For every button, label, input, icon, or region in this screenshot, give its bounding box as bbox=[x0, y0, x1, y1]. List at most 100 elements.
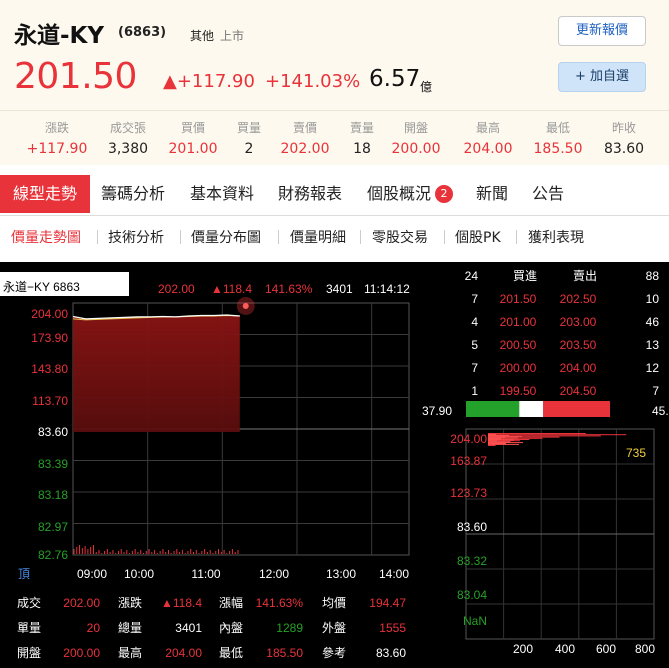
y-tick-label: 204.00 bbox=[31, 307, 68, 321]
stat-0: 漲跌 +117.90 bbox=[22, 119, 92, 157]
subtab-divider bbox=[516, 230, 517, 244]
last-price: 201.50 bbox=[14, 56, 137, 97]
tab-financials[interactable]: 財務報表 bbox=[270, 175, 350, 213]
stat-label: 最高 bbox=[475, 121, 500, 135]
qb-time: 11:14:12 bbox=[364, 282, 410, 296]
add-watchlist-button[interactable]: + 加自選 bbox=[558, 62, 646, 92]
subtab-volume-profile[interactable]: 價量分布圖 bbox=[191, 227, 261, 247]
book-bid-qty: 7 bbox=[471, 292, 478, 306]
summary-value: 202.00 bbox=[63, 596, 100, 610]
subtab-stock-pk[interactable]: 個股PK bbox=[455, 227, 501, 247]
vp-y-tick: 163.87 bbox=[450, 454, 487, 468]
book-ask-qty: 46 bbox=[646, 315, 660, 329]
summary-table: 成交 202.00 漲跌 ▲118.4 漲幅 141.63% 均價 194.47 單量 20 總量 3… bbox=[17, 595, 406, 660]
summary-key: 均價 bbox=[322, 596, 346, 610]
vp-y-tick: 123.73 bbox=[450, 486, 487, 500]
subtab-odd-lot[interactable]: 零股交易 bbox=[372, 227, 428, 247]
y-tick-label: 173.90 bbox=[31, 331, 68, 345]
tab-basic-info[interactable]: 基本資料 bbox=[182, 175, 262, 213]
stat-value: 185.50 bbox=[533, 141, 583, 157]
summary-value: 83.60 bbox=[376, 646, 406, 660]
stat-value: 204.00 bbox=[463, 141, 513, 157]
book-bid-qty: 5 bbox=[471, 338, 478, 352]
qb-volume: 3401 bbox=[326, 282, 353, 296]
summary-value: 194.47 bbox=[369, 596, 406, 610]
tab-line-chart[interactable]: 線型走勢 bbox=[0, 175, 90, 213]
subtab-profitability[interactable]: 獲利表現 bbox=[528, 227, 584, 247]
summary-key: 漲跌 bbox=[118, 595, 142, 610]
book-head-left: 24 bbox=[465, 269, 479, 283]
vp-bar bbox=[488, 440, 497, 442]
book-bid-price: 201.50 bbox=[500, 292, 537, 306]
stat-label: 開盤 bbox=[403, 121, 428, 135]
x-tick-label: 14:00 bbox=[379, 567, 409, 581]
book-head-buy: 買進 bbox=[513, 269, 537, 283]
vp-bar bbox=[488, 435, 522, 437]
subtab-divider bbox=[278, 230, 279, 244]
stat-value: +117.90 bbox=[26, 141, 88, 157]
ratio-right: 45.72 bbox=[652, 404, 669, 418]
subtab-price-volume[interactable]: 價量走勢圖 bbox=[11, 227, 81, 247]
summary-value: 185.50 bbox=[266, 646, 303, 660]
stock-name: 永道-KY bbox=[14, 23, 105, 49]
y-tick-label: 83.39 bbox=[38, 457, 68, 471]
y-tick-label: 82.97 bbox=[38, 520, 68, 534]
vp-annotation: 735 bbox=[626, 446, 646, 460]
trade-amount: 6.57 bbox=[369, 66, 421, 92]
last-price-dot bbox=[242, 302, 249, 309]
vp-bar bbox=[488, 438, 501, 440]
tab-chip-analysis[interactable]: 籌碼分析 bbox=[93, 175, 173, 213]
summary-key: 參考 bbox=[322, 645, 346, 660]
notification-badge: 2 bbox=[435, 185, 453, 203]
vp-bar bbox=[488, 441, 510, 443]
x-tick-label: 12:00 bbox=[259, 567, 289, 581]
subtab-trade-detail[interactable]: 價量明細 bbox=[290, 227, 346, 247]
summary-value: 204.00 bbox=[165, 646, 202, 660]
book-ask-price: 204.50 bbox=[560, 384, 597, 398]
tab-stock-overview[interactable]: 個股概況 2 bbox=[360, 175, 460, 213]
vp-x-tick: 400 bbox=[555, 642, 575, 656]
x-tick-label: 10:00 bbox=[124, 567, 154, 581]
qb-price: 202.00 bbox=[158, 282, 195, 296]
summary-value: 3401 bbox=[175, 621, 202, 635]
stat-label: 成交張 bbox=[109, 121, 146, 135]
tab-news[interactable]: 新聞 bbox=[470, 175, 514, 213]
price-change: ▲+117.90 bbox=[163, 71, 255, 92]
vp-y-tick: NaN bbox=[463, 614, 487, 628]
book-ask-qty: 13 bbox=[646, 338, 660, 352]
corner-label: 頂 bbox=[18, 567, 30, 581]
subtab-technical[interactable]: 技術分析 bbox=[108, 227, 164, 247]
y-tick-label: 82.76 bbox=[38, 548, 68, 562]
book-ask-price: 204.00 bbox=[560, 361, 597, 375]
summary-key: 單量 bbox=[17, 621, 41, 635]
summary-value: 1555 bbox=[379, 621, 406, 635]
summary-key: 總量 bbox=[118, 620, 142, 635]
book-bid-price: 200.50 bbox=[500, 338, 537, 352]
y-tick-label: 143.80 bbox=[31, 362, 68, 376]
order-book: 24 買進 賣出 88 7 201.50 202.50 10 4 201.00 203.00 46 5 2… bbox=[422, 268, 669, 418]
vp-x-tick: 200 bbox=[513, 642, 533, 656]
tab-announcements[interactable]: 公告 bbox=[526, 175, 570, 213]
summary-key: 開盤 bbox=[17, 646, 41, 660]
vp-bar bbox=[488, 443, 506, 444]
book-head-right: 88 bbox=[646, 269, 660, 283]
refresh-quote-button[interactable]: 更新報價 bbox=[558, 16, 646, 46]
stat-label: 昨收 bbox=[611, 121, 636, 135]
vp-bar bbox=[488, 442, 523, 444]
vp-bar bbox=[488, 439, 514, 441]
stat-value: 83.60 bbox=[603, 141, 645, 157]
summary-key: 成交 bbox=[17, 595, 41, 610]
summary-key: 最低 bbox=[219, 646, 243, 660]
book-ask-price: 202.50 bbox=[560, 292, 597, 306]
vp-y-tick: 204.00 bbox=[450, 432, 487, 446]
qb-change: ▲118.4 bbox=[211, 282, 252, 296]
book-ask-price: 203.00 bbox=[560, 315, 597, 329]
summary-value: 1289 bbox=[276, 621, 303, 635]
vp-bar bbox=[488, 445, 496, 446]
chart-title: 永道−KY 6863 bbox=[3, 280, 80, 294]
book-bid-qty: 1 bbox=[471, 384, 478, 398]
ratio-bar-buy bbox=[466, 401, 520, 417]
y-tick-label: 83.60 bbox=[38, 425, 68, 439]
stat-9: 昨收 83.60 bbox=[589, 119, 659, 157]
quote-panel: 永道−KY 6863 202.00 ▲118.4 141.63% 3401 11… bbox=[0, 262, 669, 668]
